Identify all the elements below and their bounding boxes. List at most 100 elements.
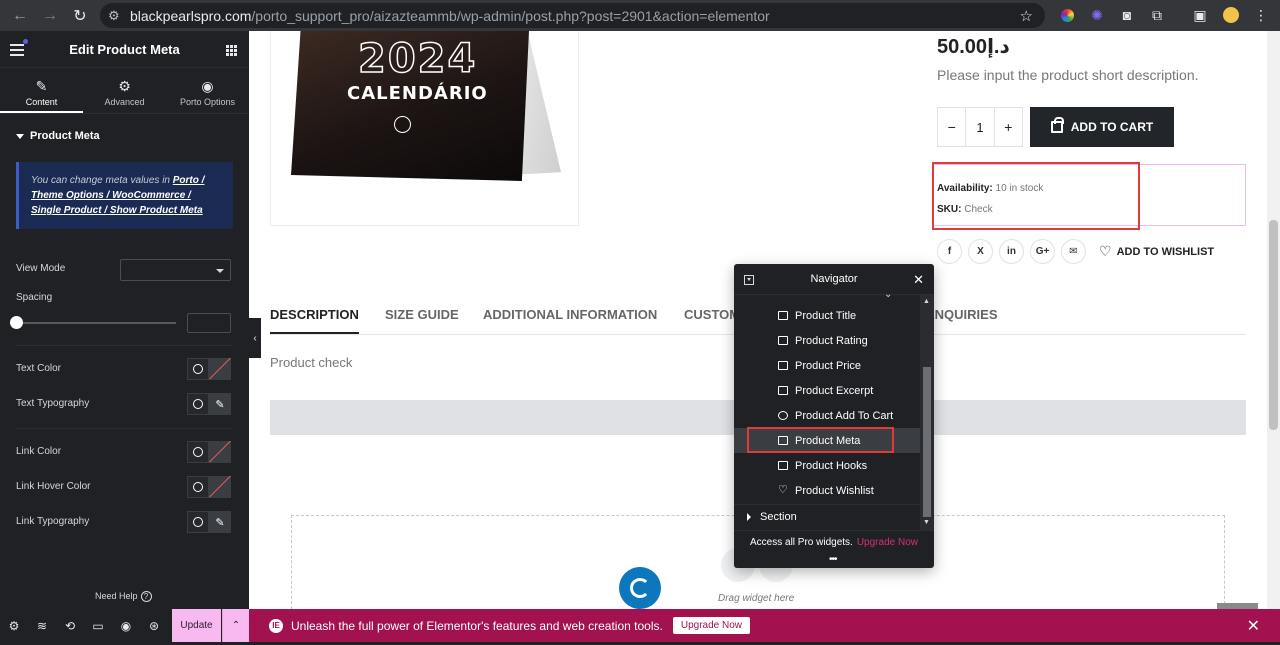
text-color-swatch[interactable] xyxy=(209,358,231,380)
add-to-cart-button[interactable]: ADD TO CART xyxy=(1030,107,1174,147)
google-plus-share-icon[interactable]: G+ xyxy=(1030,239,1055,264)
tab-content[interactable]: ✎ Content xyxy=(0,68,83,113)
navigator-panel[interactable]: Navigator ✕ ⌄ Product Title Product Rati… xyxy=(734,264,934,568)
add-to-wishlist-link[interactable]: ♡ ADD TO WISHLIST xyxy=(1099,243,1214,260)
link-color-label: Link Color xyxy=(16,446,62,457)
quantity-stepper[interactable]: − 1 + xyxy=(937,107,1023,147)
widget-icon xyxy=(778,361,788,370)
global-colors-icon[interactable] xyxy=(187,441,209,463)
view-mode-select[interactable] xyxy=(120,259,231,281)
sidebar-icon[interactable]: ▣ xyxy=(1190,5,1210,25)
spacing-slider-handle[interactable] xyxy=(10,316,23,329)
close-icon[interactable]: ✕ xyxy=(913,272,924,288)
spacing-input[interactable] xyxy=(187,313,231,333)
tab-porto-options[interactable]: ◉ Porto Options xyxy=(166,68,249,113)
widgets-grid-icon[interactable] xyxy=(226,45,237,56)
qty-minus-button[interactable]: − xyxy=(938,108,965,146)
responsive-mode-icon[interactable]: ▭ xyxy=(84,619,112,633)
tab-additional-information[interactable]: ADDITIONAL INFORMATION xyxy=(483,307,657,322)
global-typography-icon[interactable] xyxy=(187,393,209,415)
preview-eye-icon[interactable]: ◉ xyxy=(112,619,140,633)
link-hover-color-swatch[interactable] xyxy=(209,476,231,498)
meta-highlight-box xyxy=(932,162,1140,230)
chevron-down-icon[interactable]: ⌄ xyxy=(884,289,892,300)
nav-item-product-wishlist[interactable]: ♡ Product Wishlist xyxy=(734,478,920,503)
navigator-promo: Access all Pro widgets. Upgrade Now xyxy=(734,530,934,554)
puzzle-extension-icon[interactable]: ✺ xyxy=(1087,5,1107,25)
page-scroll-thumb[interactable] xyxy=(1269,220,1278,430)
tab-custom[interactable]: CUSTOM xyxy=(684,307,740,322)
panel-footer: ⚙ ≋ ⟲ ▭ ◉ ⊛ Update ⌃ xyxy=(0,609,249,642)
camera-extension-icon[interactable]: ◙ xyxy=(1117,5,1137,25)
navigator-upgrade-link[interactable]: Upgrade Now xyxy=(857,537,918,548)
layers-icon[interactable]: ≋ xyxy=(28,619,56,633)
section-toggle-product-meta[interactable]: Product Meta xyxy=(0,114,249,154)
collapse-panel-button[interactable]: ‹ xyxy=(249,318,261,358)
upgrade-now-button[interactable]: Upgrade Now xyxy=(672,617,750,634)
edit-typography-icon[interactable]: ✎ xyxy=(209,393,231,415)
bookmark-star-icon[interactable]: ☆ xyxy=(1020,7,1033,25)
nav-item-product-rating[interactable]: Product Rating xyxy=(734,328,920,353)
close-icon[interactable]: ✕ xyxy=(1247,616,1260,636)
reload-icon[interactable]: ↻ xyxy=(65,6,95,26)
profile-avatar[interactable] xyxy=(1221,5,1241,25)
facebook-share-icon[interactable]: f xyxy=(937,239,962,264)
meta-notice: You can change meta values in Porto / Th… xyxy=(16,162,233,229)
nav-item-product-excerpt[interactable]: Product Excerpt xyxy=(734,378,920,403)
color-extension-icon[interactable] xyxy=(1057,5,1077,25)
back-icon[interactable]: ← xyxy=(5,7,35,25)
tab-advanced[interactable]: ⚙ Advanced xyxy=(83,68,166,113)
history-icon[interactable]: ⟲ xyxy=(56,619,84,633)
link-color-swatch[interactable] xyxy=(209,441,231,463)
nav-item-section[interactable]: Section xyxy=(734,504,920,529)
nav-item-product-hooks[interactable]: Product Hooks xyxy=(734,453,920,478)
global-colors-icon[interactable] xyxy=(187,476,209,498)
linkedin-share-icon[interactable]: in xyxy=(999,239,1024,264)
email-share-icon[interactable]: ✉ xyxy=(1061,239,1086,264)
scroll-up-icon[interactable]: ▲ xyxy=(923,298,930,305)
navigator-header[interactable]: Navigator ✕ xyxy=(734,264,934,295)
widget-icon xyxy=(778,386,788,395)
settings-icon[interactable]: ⚙ xyxy=(0,619,28,633)
nav-item-label: Product Rating xyxy=(795,334,868,347)
collapse-all-icon[interactable] xyxy=(744,275,754,285)
wordpress-icon[interactable]: ⊛ xyxy=(140,619,168,633)
spacing-slider-track[interactable] xyxy=(16,322,176,324)
url-path: /porto_support_pro/aizazteammb/wp-admin/… xyxy=(251,7,770,24)
scroll-down-icon[interactable]: ▼ xyxy=(923,519,930,526)
nav-item-product-price[interactable]: Product Price xyxy=(734,353,920,378)
global-colors-icon[interactable] xyxy=(187,358,209,380)
menu-dots-icon[interactable]: ⋮ xyxy=(1251,5,1271,25)
browser-toolbar: ← → ↻ ⚙ blackpearlspro.com/porto_support… xyxy=(0,0,1280,31)
global-typography-icon[interactable] xyxy=(187,511,209,533)
x-share-icon[interactable]: X xyxy=(968,239,993,264)
shopping-bag-icon xyxy=(1050,117,1064,133)
description-text: Product check xyxy=(270,355,353,370)
tab-description[interactable]: DESCRIPTION xyxy=(270,307,359,334)
link-typography-label: Link Typography xyxy=(16,516,90,527)
nav-item-label: Product Hooks xyxy=(795,459,868,472)
notice-text: You can change meta values in xyxy=(31,175,173,186)
product-price: 50.00د.إ xyxy=(937,36,1010,58)
section-title: Product Meta xyxy=(30,130,100,142)
tab-size-guide[interactable]: SIZE GUIDE xyxy=(385,307,459,322)
edit-link-typography-icon[interactable]: ✎ xyxy=(209,511,231,533)
view-mode-label: View Mode xyxy=(16,263,66,274)
resize-handle-icon[interactable]: ••• xyxy=(829,554,837,565)
nav-item-product-add-to-cart[interactable]: Product Add To Cart xyxy=(734,403,920,428)
need-help-link[interactable]: Need Help? xyxy=(95,591,152,602)
update-options-chevron-icon[interactable]: ⌃ xyxy=(222,609,249,642)
site-settings-icon[interactable]: ⚙ xyxy=(108,8,130,24)
qty-input[interactable]: 1 xyxy=(965,108,995,146)
heart-icon: ♡ xyxy=(1099,243,1112,259)
widget-icon xyxy=(778,461,788,470)
qty-plus-button[interactable]: + xyxy=(995,108,1022,146)
nav-item-product-title[interactable]: Product Title xyxy=(734,303,920,328)
elementor-panel: Edit Product Meta ✎ Content ⚙ Advanced ◉ Po… xyxy=(0,31,249,609)
navigator-scroll-thumb[interactable] xyxy=(923,367,931,517)
address-bar[interactable]: ⚙ blackpearlspro.com/porto_support_pro/a… xyxy=(100,3,1045,28)
extensions-icon[interactable]: ⧉ xyxy=(1147,5,1167,25)
tab-enquiries[interactable]: ENQUIRIES xyxy=(926,307,998,322)
forward-icon[interactable]: → xyxy=(35,7,65,25)
update-button[interactable]: Update xyxy=(172,609,221,642)
